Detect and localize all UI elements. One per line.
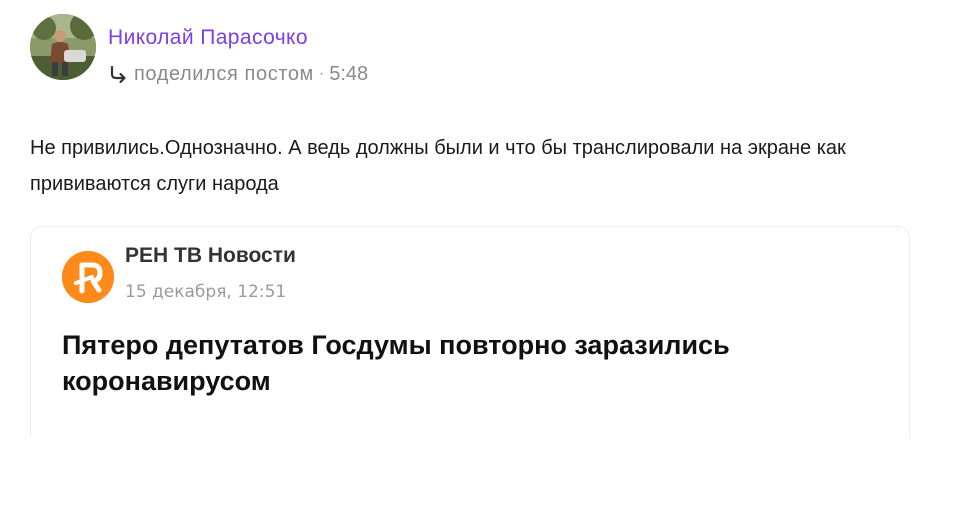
news-source-name[interactable]: РЕН ТВ Новости — [125, 244, 296, 268]
post-meta: поделился постом · 5:48 — [108, 61, 368, 87]
author-name[interactable]: Николай Парасочко — [108, 26, 308, 50]
shared-post: Николай Парасочко поделился постом · 5:4… — [0, 0, 966, 525]
shared-news-card[interactable]: РЕН ТВ Новости 15 декабря, 12:51 Пятеро … — [30, 226, 910, 437]
ren-tv-logo-icon[interactable] — [62, 251, 114, 303]
author-avatar[interactable] — [30, 14, 96, 80]
meta-separator: · — [318, 65, 325, 82]
share-arrow-icon — [108, 63, 130, 85]
shared-post-label: поделился постом — [134, 62, 314, 85]
post-text: Не привились.Однозначно. А ведь должны б… — [30, 137, 846, 195]
news-date: 15 декабря, 12:51 — [125, 282, 287, 302]
post-time[interactable]: 5:48 — [329, 63, 368, 86]
avatar-photo-icon — [30, 14, 96, 80]
news-headline[interactable]: Пятеро депутатов Госдумы повторно зарази… — [62, 327, 862, 399]
